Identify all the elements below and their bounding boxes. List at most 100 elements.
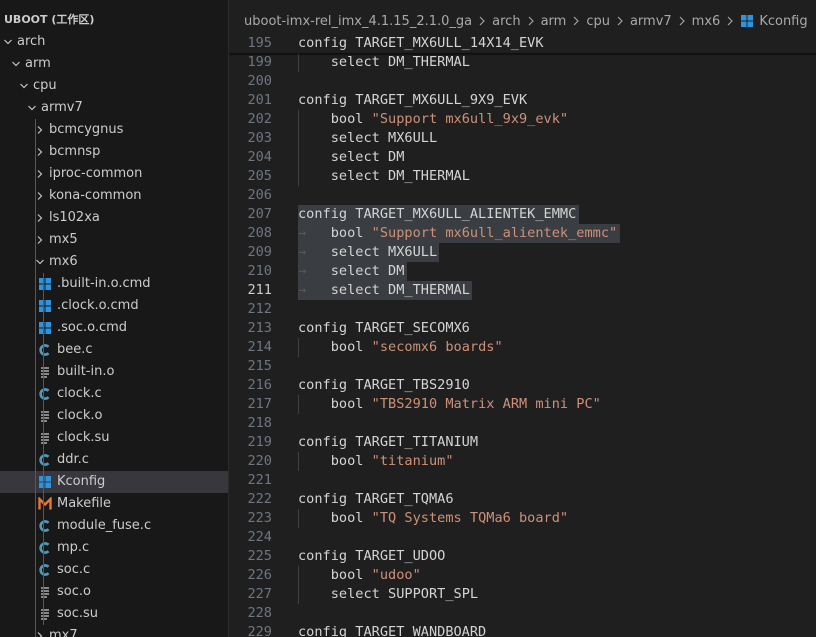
line-number: 221 [247,472,272,488]
code-line[interactable]: 205 select DM_THERMAL [229,167,816,186]
keyword: config [298,548,348,564]
code-line[interactable]: 220 bool "titanium" [229,452,816,471]
code-text: → select MX6ULL [298,243,437,262]
c-file-icon [38,387,52,401]
code-line[interactable]: 201 config TARGET_MX6ULL_9X9_EVK [229,91,816,110]
tree-item-label: bcmnsp [49,144,101,159]
c-file-icon [38,343,52,357]
breadcrumb-item[interactable]: cpu [586,14,610,29]
string-literal: "TBS2910 Matrix ARM mini PC" [363,396,601,412]
file-tree: arch arm cpu armv7 bcmcygnus bcmnsp iproc-comm… [0,31,228,637]
code-line[interactable]: 214 bool "secomx6 boards" [229,338,816,357]
chevron-down-icon [18,75,30,97]
code-text: select DM_THERMAL [298,167,470,186]
code-line[interactable]: 202 bool "Support mx6ull_9x9_evk" [229,110,816,129]
line-number: 216 [247,377,272,393]
tree-folder[interactable]: cpu [0,75,228,97]
code-line[interactable]: 217 bool "TBS2910 Matrix ARM mini PC" [229,395,816,414]
chevron-down-icon [2,31,14,53]
code-line[interactable]: 208 → bool "Support mx6ull_alientek_emmc" [229,224,816,243]
breadcrumb-item[interactable]: armv7 [630,14,672,29]
line-number: 208 [247,225,272,241]
code-line[interactable]: 200 [229,72,816,91]
symbol: TARGET_SECOMX6 [347,320,470,336]
tree-item-label: soc.c [57,562,91,577]
keyword: config [298,434,348,450]
tree-folder[interactable]: arch [0,31,228,53]
code-line[interactable]: 228 [229,604,816,623]
tree-item-label: cpu [33,78,57,93]
symbol: TARGET_TBS2910 [347,377,470,393]
code-text: bool "secomx6 boards" [298,338,503,357]
code-text: config TARGET_MX6ULL_9X9_EVK [298,91,527,110]
code-line[interactable]: 212 [229,300,816,319]
keyword: bool [330,510,364,526]
code-line[interactable]: 224 [229,528,816,547]
breadcrumb-item[interactable]: mx6 [692,14,721,29]
indent-guide [298,395,299,414]
breadcrumb-item[interactable]: arch [492,14,520,29]
code-line[interactable]: 218 [229,414,816,433]
code-line[interactable]: 222 config TARGET_TQMA6 [229,490,816,509]
code-text: config TARGET_MX6ULL_ALIENTEK_EMMC [298,205,576,224]
code-line[interactable]: 206 [229,186,816,205]
code-line[interactable]: 227 select SUPPORT_SPL [229,585,816,604]
code-line[interactable]: 204 select DM [229,148,816,167]
tree-folder[interactable]: arm [0,53,228,75]
code-line[interactable]: 207 config TARGET_MX6ULL_ALIENTEK_EMMC [229,205,816,224]
code-line[interactable]: 209 → select MX6ULL [229,243,816,262]
sticky-text: config TARGET_MX6ULL_14X14_EVK [298,35,544,51]
code-line[interactable]: 215 [229,357,816,376]
code-line[interactable]: 229 config TARGET_WANDBOARD [229,623,816,637]
code-line[interactable]: 210 → select DM [229,262,816,281]
tree-folder[interactable]: armv7 [0,97,228,119]
code-line[interactable]: 216 config TARGET_TBS2910 [229,376,816,395]
tree-item-label: ddr.c [57,452,89,467]
line-number: 206 [247,187,272,203]
breadcrumb-item[interactable]: Kconfig [759,14,807,29]
line-number: 212 [247,301,272,317]
line-number: 223 [247,510,272,526]
chevron-right-icon [726,16,734,26]
text-file-icon [38,431,52,445]
code-editor[interactable]: 199 select DM_THERMAL 200 201 config TARGET… [229,34,816,637]
chevron-right-icon [572,16,580,26]
indent-guide [298,452,299,471]
code-line[interactable]: 225 config TARGET_UDOO [229,547,816,566]
code-line[interactable]: 203 select MX6ULL [229,129,816,148]
code-line[interactable]: 226 bool "udoo" [229,566,816,585]
line-number: 209 [247,244,272,260]
code-text: bool "Support mx6ull_9x9_evk" [298,110,568,129]
keyword: bool [330,111,364,127]
line-number: 200 [247,73,272,89]
code-text: → select DM [298,262,404,281]
code-line[interactable]: 211 → select DM_THERMAL [229,281,816,300]
tree-item-label: bcmcygnus [49,122,124,137]
line-number: 227 [247,586,272,602]
keyword: select [330,244,380,260]
symbol: TARGET_MX6ULL_ALIENTEK_EMMC [347,206,577,222]
code-text: config TARGET_TITANIUM [298,433,478,452]
tree-item-label: armv7 [41,100,83,115]
symbol: DM_THERMAL [379,54,470,70]
code-text: config TARGET_UDOO [298,547,445,566]
code-line[interactable]: 221 [229,471,816,490]
code-line[interactable]: 213 config TARGET_SECOMX6 [229,319,816,338]
breadcrumb-item[interactable]: uboot-imx-rel_imx_4.1.15_2.1.0_ga [244,14,472,29]
sticky-scroll: 195 config TARGET_MX6ULL_14X14_EVK [229,34,816,56]
breadcrumb-item[interactable]: arm [541,14,567,29]
line-number: 217 [247,396,272,412]
code-line[interactable]: 223 bool "TQ Systems TQMa6 board" [229,509,816,528]
tree-item-label: mx7 [49,628,78,637]
workspace-title[interactable]: UBOOT (工作区) [0,9,228,31]
string-literal: "TQ Systems TQMa6 board" [363,510,569,526]
sticky-scroll-line[interactable]: 195 config TARGET_MX6ULL_14X14_EVK [229,34,816,53]
code-line[interactable]: 219 config TARGET_TITANIUM [229,433,816,452]
symbol: TARGET_MX6ULL_9X9_EVK [347,92,528,108]
